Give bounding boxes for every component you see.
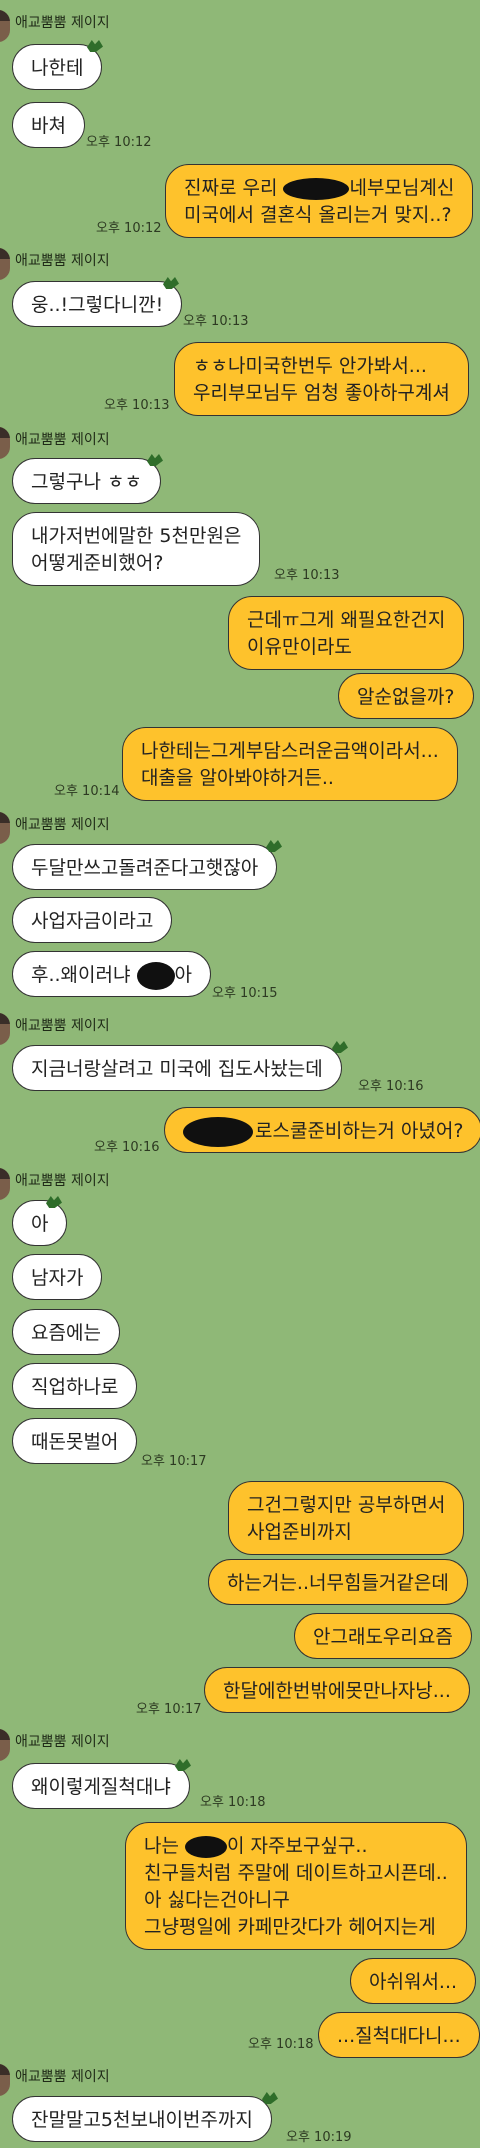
message-time: 오후 10:12 (86, 135, 152, 150)
avatar[interactable] (0, 1168, 10, 1200)
message-time: 오후 10:16 (358, 1079, 424, 1094)
message-bubble[interactable]: 한달에한번밖에못만나자낭... (204, 1667, 470, 1713)
message-bubble[interactable]: 후..왜이러냐 아 (12, 951, 212, 997)
sender-name: 애교뿜뿜 제이지 (15, 15, 110, 31)
sender-name: 애교뿜뿜 제이지 (15, 253, 110, 269)
leaf-icon (147, 454, 163, 466)
message-bubble[interactable]: 지금너랑살려고 미국에 집도사놨는데 (12, 1045, 342, 1091)
message-time: 오후 10:16 (94, 1140, 160, 1155)
message-time: 오후 10:13 (274, 568, 340, 583)
avatar[interactable] (0, 248, 10, 280)
sender-name: 애교뿜뿜 제이지 (15, 432, 110, 448)
message-time: 오후 10:18 (200, 1795, 266, 1810)
leaf-icon (175, 1759, 191, 1771)
message-bubble[interactable]: 아 (12, 1200, 68, 1246)
message-bubble[interactable]: 남자가 (12, 1254, 103, 1300)
message-bubble[interactable]: ㅎㅎ나미국한번두 안가봐서... 우리부모님두 엄청 좋아하구계셔 (174, 342, 469, 416)
message-bubble[interactable]: 나는 이 자주보구싶구.. 친구들처럼 주말에 데이트하고시픈데.. 아 싫다는… (125, 1822, 467, 1950)
message-bubble[interactable]: ...질척대다니... (318, 2012, 480, 2058)
avatar[interactable] (0, 1729, 10, 1761)
redaction-mark (283, 177, 350, 200)
message-time: 오후 10:19 (286, 2130, 352, 2145)
message-bubble[interactable]: 알순없을까? (338, 673, 474, 719)
message-bubble[interactable]: 두달만쓰고돌려준다고햇잖아 (12, 844, 278, 890)
leaf-icon (332, 1041, 348, 1053)
redaction-mark (185, 1835, 227, 1858)
sender-name: 애교뿜뿜 제이지 (15, 1173, 110, 1189)
message-bubble[interactable]: 왜이렇게질척대냐 (12, 1763, 190, 1809)
message-time: 오후 10:13 (104, 398, 170, 413)
message-time: 오후 10:14 (54, 784, 120, 799)
message-time: 오후 10:17 (136, 1702, 202, 1717)
message-time: 오후 10:18 (248, 2037, 314, 2052)
message-bubble[interactable]: 직업하나로 (12, 1363, 138, 1409)
message-bubble[interactable]: 바쳐 (12, 102, 85, 148)
message-bubble[interactable]: 사업자금이라고 (12, 897, 173, 943)
sender-name: 애교뿜뿜 제이지 (15, 2069, 110, 2085)
message-bubble[interactable]: 요즘에는 (12, 1309, 120, 1355)
avatar[interactable] (0, 2064, 10, 2096)
message-time: 오후 10:12 (96, 221, 162, 236)
message-bubble[interactable]: 잔말말고5천보내이번주까지 (12, 2096, 272, 2142)
message-bubble[interactable]: 때돈못벌어 (12, 1418, 138, 1464)
message-bubble[interactable]: 안그래도우리요즘 (294, 1613, 472, 1659)
leaf-icon (87, 40, 103, 52)
leaf-icon (262, 2092, 278, 2104)
message-bubble[interactable]: 웅..!그렇다니깐! (12, 281, 183, 327)
message-bubble[interactable]: 그건그렇지만 공부하면서 사업준비까지 (228, 1481, 465, 1555)
message-bubble[interactable]: 그렇구나 ㅎㅎ (12, 458, 161, 504)
message-bubble[interactable]: 아쉬워서... (350, 1958, 477, 2004)
message-time: 오후 10:17 (141, 1454, 207, 1469)
message-bubble[interactable]: 근데ㅠ그게 왜필요한건지 이유만이라도 (228, 596, 465, 670)
avatar[interactable] (0, 1013, 10, 1045)
message-bubble[interactable]: 나한테 (12, 44, 103, 90)
message-bubble[interactable]: 내가저번에말한 5천만원은 어떻게준비했어? (12, 512, 261, 586)
message-bubble[interactable]: 하는거는..너무힘들거같은데 (208, 1559, 468, 1605)
redaction-mark (183, 1116, 253, 1147)
message-bubble[interactable]: 나한테는그게부담스러운금액이라서... 대출을 알아봐야하거든.. (122, 727, 458, 801)
avatar[interactable] (0, 427, 10, 459)
sender-name: 애교뿜뿜 제이지 (15, 1734, 110, 1750)
sender-name: 애교뿜뿜 제이지 (15, 817, 110, 833)
avatar[interactable] (0, 10, 10, 42)
avatar[interactable] (0, 812, 10, 844)
leaf-icon (266, 840, 282, 852)
redaction-mark (136, 961, 175, 990)
message-time: 오후 10:13 (183, 314, 249, 329)
message-time: 오후 10:15 (212, 986, 278, 1001)
leaf-icon (163, 277, 179, 289)
sender-name: 애교뿜뿜 제이지 (15, 1018, 110, 1034)
message-bubble[interactable]: 로스쿨준비하는거 아녔어? (164, 1107, 480, 1153)
message-bubble[interactable]: 진짜로 우리 네부모님계신 미국에서 결혼식 올리는거 맞지..? (165, 164, 474, 238)
